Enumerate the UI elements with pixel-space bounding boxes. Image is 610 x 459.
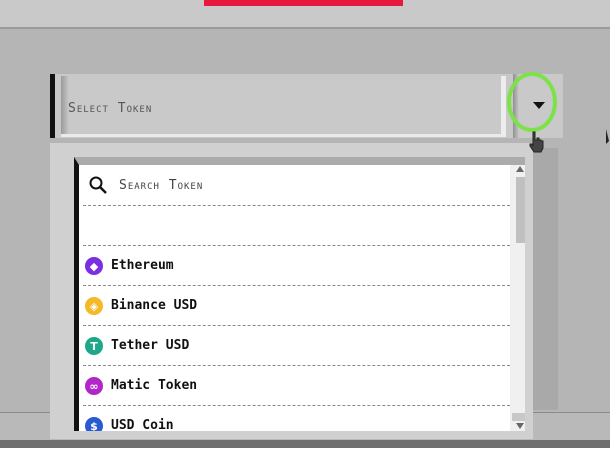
usd-coin-icon: $ <box>85 417 103 431</box>
token-item-ethereum[interactable]: ◆ Ethereum <box>83 246 510 286</box>
search-input[interactable]: Search Token <box>119 178 203 193</box>
token-item-label: USD Coin <box>111 418 174 431</box>
list-scrollbar[interactable] <box>510 165 525 431</box>
ethereum-icon: ◆ <box>85 257 103 275</box>
token-dropdown: Search Token ◆ Ethereum ◈ Binance USD T … <box>50 143 533 439</box>
token-item-label: Binance USD <box>111 298 198 313</box>
bottom-divider <box>0 440 610 448</box>
token-item-label: Ethereum <box>111 258 174 273</box>
search-icon <box>89 176 107 194</box>
page-bottom <box>0 448 610 459</box>
token-item-tether-usd[interactable]: T Tether USD <box>83 326 510 366</box>
token-item-label: Tether USD <box>111 338 190 353</box>
arrow-cursor-icon <box>606 129 609 144</box>
scrollbar-thumb[interactable] <box>516 177 525 243</box>
token-select[interactable]: Select Token <box>50 74 563 138</box>
list-spacer-row <box>83 206 510 246</box>
hand-cursor-icon <box>529 131 544 153</box>
token-list: Search Token ◆ Ethereum ◈ Binance USD T … <box>74 157 525 431</box>
scrollbar-lower-handle[interactable] <box>512 413 525 421</box>
token-list-rows: Search Token ◆ Ethereum ◈ Binance USD T … <box>83 165 510 431</box>
click-highlight-ring <box>507 72 557 132</box>
binance-usd-icon: ◈ <box>85 297 103 315</box>
accent-bar <box>204 0 403 6</box>
token-select-placeholder: Select Token <box>68 101 153 116</box>
scroll-down-icon[interactable] <box>516 423 524 429</box>
scroll-up-icon[interactable] <box>516 166 524 172</box>
token-item-usd-coin[interactable]: $ USD Coin <box>83 406 510 431</box>
token-item-binance-usd[interactable]: ◈ Binance USD <box>83 286 510 326</box>
matic-icon: ∞ <box>85 377 103 395</box>
token-item-matic-token[interactable]: ∞ Matic Token <box>83 366 510 406</box>
dropdown-shadow <box>533 148 558 410</box>
search-row[interactable]: Search Token <box>83 165 510 206</box>
token-select-field[interactable]: Select Token <box>61 76 506 137</box>
tether-icon: T <box>85 337 103 355</box>
token-item-label: Matic Token <box>111 378 198 393</box>
